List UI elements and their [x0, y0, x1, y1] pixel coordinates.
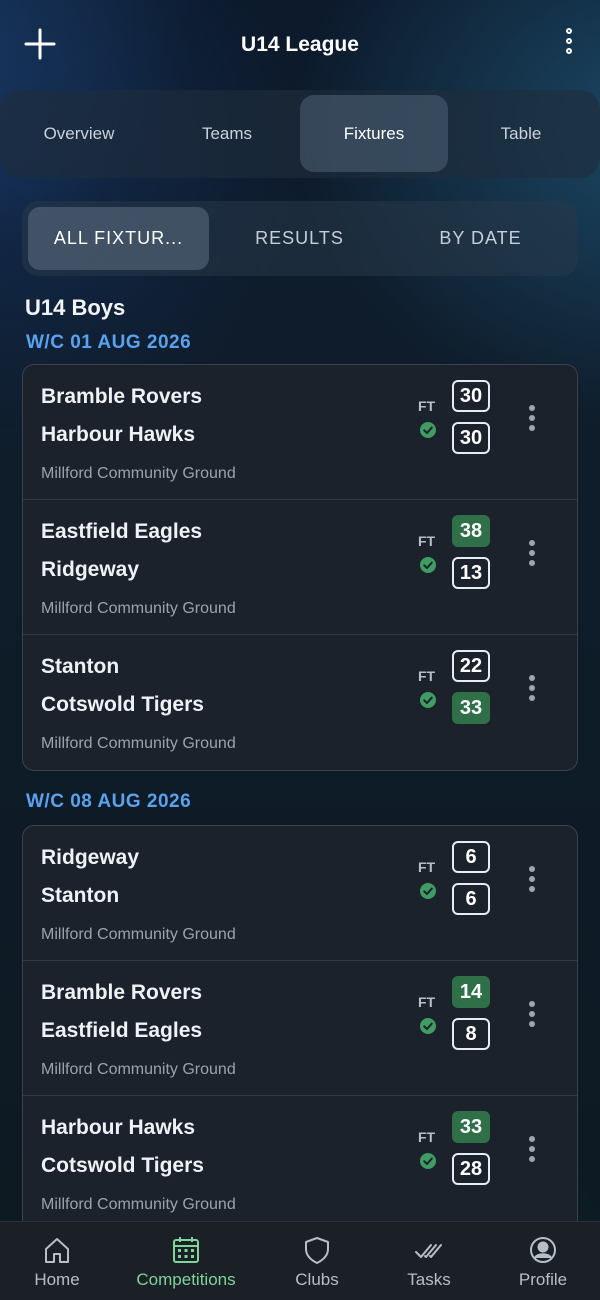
nav-profile-label: Profile: [518, 1270, 568, 1289]
home-score: 22: [452, 650, 490, 682]
home-team-name: Eastfield Eagles: [41, 520, 203, 543]
home-score: 30: [452, 380, 490, 412]
fixture-more-icon[interactable]: [525, 540, 539, 570]
home-team-name: Bramble Rovers: [41, 385, 203, 408]
home-score: 38: [452, 515, 490, 547]
nav-competitions[interactable]: Competitions: [126, 1222, 246, 1300]
home-icon: [45, 1238, 69, 1263]
tab-overview[interactable]: Overview: [5, 95, 153, 172]
match-status: FT: [418, 398, 436, 414]
fixture-more-icon[interactable]: [525, 1001, 539, 1031]
check-circle-icon: [420, 1153, 436, 1169]
check-circle-icon: [420, 557, 436, 573]
home-score: 14: [452, 976, 490, 1008]
venue-text: Millford Community Ground: [41, 1061, 236, 1078]
nav-clubs[interactable]: Clubs: [282, 1222, 352, 1300]
nav-clubs-label: Clubs: [295, 1270, 339, 1289]
match-status: FT: [418, 533, 436, 549]
check-circle-icon: [420, 1018, 436, 1034]
tab-fixtures[interactable]: Fixtures: [300, 95, 448, 172]
filter-by-date[interactable]: BY DATE: [390, 207, 571, 270]
venue-text: Millford Community Ground: [41, 926, 236, 943]
fixture-more-icon[interactable]: [525, 405, 539, 435]
venue-text: Millford Community Ground: [41, 735, 236, 752]
check-circle-icon: [420, 692, 436, 708]
home-team-name: Ridgeway: [41, 846, 140, 869]
shield-icon: [305, 1237, 329, 1264]
fixture-row[interactable]: Bramble Rovers Eastfield Eagles Millford C…: [23, 961, 577, 1096]
away-score: 30: [452, 422, 490, 454]
home-team-name: Stanton: [41, 655, 120, 678]
away-team-name: Cotswold Tigers: [41, 1154, 204, 1177]
away-team-name: Eastfield Eagles: [41, 1019, 203, 1042]
filter-results[interactable]: RESULTS: [209, 207, 390, 270]
away-score: 8: [452, 1018, 490, 1050]
main-tabs: Overview Teams Fixtures Table: [0, 90, 600, 178]
fixture-row[interactable]: Harbour Hawks Cotswold Tigers Millford Com…: [23, 1096, 577, 1231]
match-status: FT: [418, 994, 436, 1010]
fixture-row[interactable]: Ridgeway Stanton Millford Community Ground…: [23, 826, 577, 961]
calendar-icon: [173, 1237, 199, 1263]
home-team-name: Bramble Rovers: [41, 981, 203, 1004]
nav-tasks[interactable]: Tasks: [394, 1222, 464, 1300]
fixture-more-icon[interactable]: [525, 1136, 539, 1166]
venue-text: Millford Community Ground: [41, 1196, 236, 1213]
away-score: 6: [452, 883, 490, 915]
user-circle-icon: [530, 1237, 556, 1263]
nav-tasks-label: Tasks: [407, 1270, 451, 1289]
venue-text: Millford Community Ground: [41, 600, 236, 617]
page-title: U14 League: [241, 33, 359, 56]
check-circle-icon: [420, 883, 436, 899]
fixture-row[interactable]: Eastfield Eagles Ridgeway Millford Communi…: [23, 500, 577, 635]
home-score: 6: [452, 841, 490, 873]
fixture-filter-segmented-control: ALL FIXTUR... RESULTS BY DATE: [22, 201, 578, 276]
away-team-name: Cotswold Tigers: [41, 693, 204, 716]
group-title: U14 Boys: [25, 295, 126, 320]
home-score: 33: [452, 1111, 490, 1143]
away-team-name: Stanton: [41, 884, 120, 907]
nav-profile[interactable]: Profile: [508, 1222, 578, 1300]
match-status: FT: [418, 668, 436, 684]
away-score: 33: [452, 692, 490, 724]
week-label: W/C 08 AUG 2026: [26, 791, 192, 812]
fixtures-card: Ridgeway Stanton Millford Community Ground…: [22, 825, 578, 1232]
filter-all-fixtures[interactable]: ALL FIXTUR...: [28, 207, 209, 270]
fixtures-card: Bramble Rovers Harbour Hawks Millford Comm…: [22, 364, 578, 771]
away-score: 28: [452, 1153, 490, 1185]
fixture-row[interactable]: Stanton Cotswold Tigers Millford Community…: [23, 635, 577, 770]
home-team-name: Harbour Hawks: [41, 1116, 196, 1139]
fixture-more-icon[interactable]: [525, 675, 539, 705]
nav-competitions-label: Competitions: [136, 1270, 236, 1289]
double-check-icon: [415, 1244, 442, 1258]
week-label: W/C 01 AUG 2026: [26, 332, 192, 353]
away-team-name: Harbour Hawks: [41, 423, 196, 446]
fixture-row[interactable]: Bramble Rovers Harbour Hawks Millford Comm…: [23, 365, 577, 500]
tab-teams[interactable]: Teams: [153, 95, 301, 172]
match-status: FT: [418, 1129, 436, 1145]
nav-home[interactable]: Home: [22, 1222, 92, 1300]
bottom-navigation: Home Competitions Clubs Tasks Profile: [0, 1221, 600, 1300]
tab-table[interactable]: Table: [447, 95, 595, 172]
more-options-icon[interactable]: [562, 28, 576, 62]
top-app-bar: U14 League: [0, 0, 600, 90]
check-circle-icon: [420, 422, 436, 438]
away-score: 13: [452, 557, 490, 589]
fixture-more-icon[interactable]: [525, 866, 539, 896]
venue-text: Millford Community Ground: [41, 465, 236, 482]
away-team-name: Ridgeway: [41, 558, 140, 581]
nav-home-label: Home: [34, 1270, 80, 1289]
match-status: FT: [418, 859, 436, 875]
